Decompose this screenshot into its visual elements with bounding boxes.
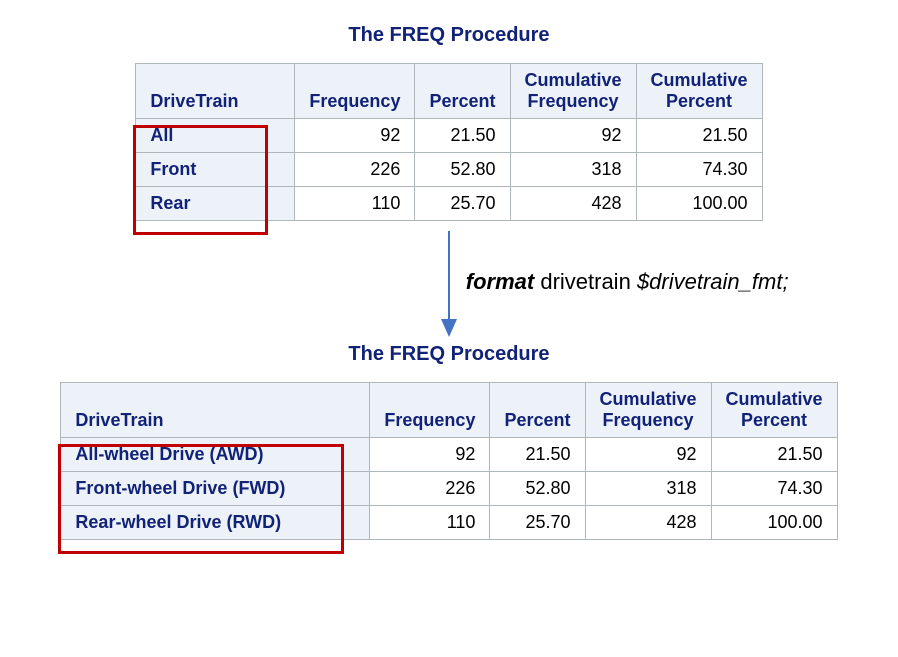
proc-title-top: The FREQ Procedure <box>135 24 762 47</box>
col-drivetrain: DriveTrain <box>136 64 295 119</box>
col-percent: Percent <box>490 383 585 438</box>
cell-cpct: 21.50 <box>711 438 837 472</box>
cell-freq: 226 <box>370 472 490 506</box>
cell-cpct: 74.30 <box>711 472 837 506</box>
cell-cfreq: 428 <box>510 187 636 221</box>
freq-table-bottom: DriveTrain Frequency Percent CumulativeF… <box>60 382 837 540</box>
table-row: Front 226 52.80 318 74.30 <box>136 153 762 187</box>
cell-cfreq: 92 <box>585 438 711 472</box>
top-table-wrap: DriveTrain Frequency Percent CumulativeF… <box>135 63 762 221</box>
cell-cfreq: 428 <box>585 506 711 540</box>
cell-cpct: 21.50 <box>636 119 762 153</box>
cell-freq: 226 <box>295 153 415 187</box>
cell-cfreq: 92 <box>510 119 636 153</box>
format-keyword: format <box>466 269 534 294</box>
col-cum-freq: CumulativeFrequency <box>585 383 711 438</box>
table-row: All 92 21.50 92 21.50 <box>136 119 762 153</box>
cell-pct: 21.50 <box>490 438 585 472</box>
format-fmt: $drivetrain_fmt; <box>637 269 789 294</box>
arrow-area: format drivetrain $drivetrain_fmt; <box>30 229 868 339</box>
col-frequency: Frequency <box>370 383 490 438</box>
cell-pct: 52.80 <box>490 472 585 506</box>
table-row: Rear-wheel Drive (RWD) 110 25.70 428 100… <box>61 506 837 540</box>
cell-cpct: 74.30 <box>636 153 762 187</box>
col-cum-pct: CumulativePercent <box>711 383 837 438</box>
cell-pct: 21.50 <box>415 119 510 153</box>
row-label: Front-wheel Drive (FWD) <box>61 472 370 506</box>
cell-cfreq: 318 <box>585 472 711 506</box>
format-statement: format drivetrain $drivetrain_fmt; <box>466 269 789 295</box>
row-label: Front <box>136 153 295 187</box>
table-row: All-wheel Drive (AWD) 92 21.50 92 21.50 <box>61 438 837 472</box>
cell-pct: 25.70 <box>415 187 510 221</box>
cell-freq: 92 <box>370 438 490 472</box>
cell-cpct: 100.00 <box>636 187 762 221</box>
freq-table-top: DriveTrain Frequency Percent CumulativeF… <box>135 63 762 221</box>
row-label: All-wheel Drive (AWD) <box>61 438 370 472</box>
header-row: DriveTrain Frequency Percent CumulativeF… <box>61 383 837 438</box>
cell-freq: 110 <box>370 506 490 540</box>
col-cum-pct: CumulativePercent <box>636 64 762 119</box>
row-label: Rear-wheel Drive (RWD) <box>61 506 370 540</box>
cell-pct: 52.80 <box>415 153 510 187</box>
down-arrow-icon <box>434 229 464 339</box>
row-label: All <box>136 119 295 153</box>
col-percent: Percent <box>415 64 510 119</box>
bottom-table-wrap: DriveTrain Frequency Percent CumulativeF… <box>60 382 837 540</box>
row-label: Rear <box>136 187 295 221</box>
cell-cpct: 100.00 <box>711 506 837 540</box>
format-var: drivetrain <box>540 269 630 294</box>
cell-cfreq: 318 <box>510 153 636 187</box>
col-frequency: Frequency <box>295 64 415 119</box>
col-drivetrain: DriveTrain <box>61 383 370 438</box>
cell-freq: 92 <box>295 119 415 153</box>
cell-pct: 25.70 <box>490 506 585 540</box>
cell-freq: 110 <box>295 187 415 221</box>
table-row: Rear 110 25.70 428 100.00 <box>136 187 762 221</box>
proc-title-bottom: The FREQ Procedure <box>60 343 837 366</box>
col-cum-freq: CumulativeFrequency <box>510 64 636 119</box>
header-row: DriveTrain Frequency Percent CumulativeF… <box>136 64 762 119</box>
table-row: Front-wheel Drive (FWD) 226 52.80 318 74… <box>61 472 837 506</box>
